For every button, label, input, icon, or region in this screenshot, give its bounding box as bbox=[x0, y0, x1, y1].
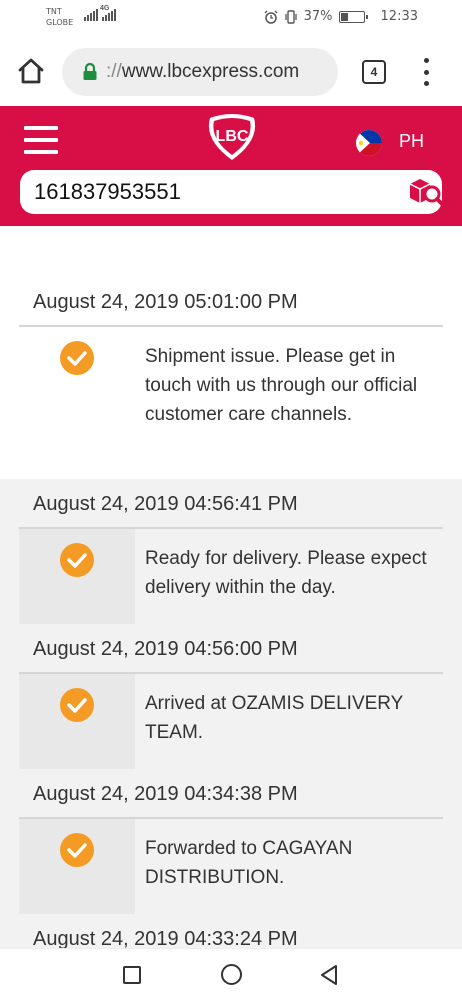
svg-text:LBC: LBC bbox=[216, 128, 249, 145]
event-date: August 24, 2019 04:33:24 PM bbox=[19, 914, 443, 948]
alarm-icon bbox=[264, 10, 278, 24]
battery-percent: 37% bbox=[303, 9, 333, 24]
system-nav-bar bbox=[0, 948, 462, 1000]
event-body: Ready for delivery. Please expect delive… bbox=[19, 529, 443, 624]
status-column bbox=[19, 674, 135, 769]
status-indicators: 37% 12:33 bbox=[264, 9, 418, 24]
back-triangle-icon[interactable] bbox=[318, 963, 340, 987]
event-body: Shipment issue. Please get in touch with… bbox=[19, 327, 443, 479]
philippines-flag-icon[interactable] bbox=[356, 130, 382, 156]
url-scheme: :// bbox=[106, 61, 122, 82]
status-column bbox=[19, 529, 135, 624]
lock-icon bbox=[83, 63, 97, 80]
url-text: ://www.lbcexpress.com bbox=[106, 61, 299, 83]
country-code[interactable]: PH bbox=[399, 131, 424, 152]
signal-strength-icon bbox=[84, 9, 98, 21]
tracking-timeline: August 24, 2019 05:01:00 PM Shipment iss… bbox=[0, 226, 462, 948]
event-date: August 24, 2019 04:34:38 PM bbox=[19, 769, 443, 819]
vibrate-icon bbox=[284, 9, 297, 24]
check-circle-icon bbox=[60, 833, 94, 867]
signal-strength-4g-icon: 4G bbox=[100, 5, 116, 21]
event-body: Arrived at OZAMIS DELIVERY TEAM. bbox=[19, 674, 443, 769]
timeline-entry: August 24, 2019 05:01:00 PM Shipment iss… bbox=[0, 277, 462, 479]
timeline-entry: August 24, 2019 04:33:24 PM bbox=[0, 914, 462, 948]
check-circle-icon bbox=[60, 341, 94, 375]
event-date: August 24, 2019 04:56:00 PM bbox=[19, 624, 443, 674]
lbc-logo[interactable]: LBC bbox=[202, 112, 262, 164]
timeline-entry: August 24, 2019 04:56:00 PM Arrived at O… bbox=[0, 624, 462, 769]
address-bar[interactable]: ://www.lbcexpress.com bbox=[62, 48, 338, 96]
network-type-label: 4G bbox=[100, 5, 110, 12]
site-header: LBC PH bbox=[0, 106, 462, 226]
event-date: August 24, 2019 05:01:00 PM bbox=[19, 277, 443, 327]
status-column bbox=[19, 819, 135, 914]
package-search-icon[interactable] bbox=[404, 174, 446, 210]
tracking-search-box bbox=[20, 170, 445, 214]
carrier-label: TNT GLOBE bbox=[46, 7, 74, 27]
timeline-entry: August 24, 2019 04:56:41 PM Ready for de… bbox=[0, 479, 462, 624]
browser-toolbar: ://www.lbcexpress.com 4 bbox=[0, 36, 462, 106]
home-circle-icon[interactable] bbox=[221, 964, 242, 985]
check-circle-icon bbox=[60, 543, 94, 577]
tracking-number-input[interactable] bbox=[34, 176, 374, 208]
timeline-entry: August 24, 2019 04:34:38 PM Forwarded to… bbox=[0, 769, 462, 914]
battery-icon bbox=[338, 10, 368, 23]
recent-apps-icon[interactable] bbox=[123, 966, 141, 984]
clock-time: 12:33 bbox=[380, 9, 418, 24]
check-circle-icon bbox=[60, 688, 94, 722]
home-icon[interactable] bbox=[16, 56, 46, 86]
event-body: Forwarded to CAGAYAN DISTRIBUTION. bbox=[19, 819, 443, 914]
tab-switcher-button[interactable]: 4 bbox=[362, 60, 386, 84]
status-column bbox=[19, 327, 135, 479]
url-host: www.lbcexpress.com bbox=[121, 61, 300, 82]
status-bar: TNT GLOBE 4G 37% 12:33 bbox=[0, 0, 462, 36]
more-options-icon[interactable] bbox=[418, 58, 434, 86]
tab-count: 4 bbox=[370, 65, 378, 79]
event-date: August 24, 2019 04:56:41 PM bbox=[19, 479, 443, 529]
hamburger-menu-icon[interactable] bbox=[24, 126, 58, 154]
signal-icons: 4G bbox=[84, 5, 116, 21]
